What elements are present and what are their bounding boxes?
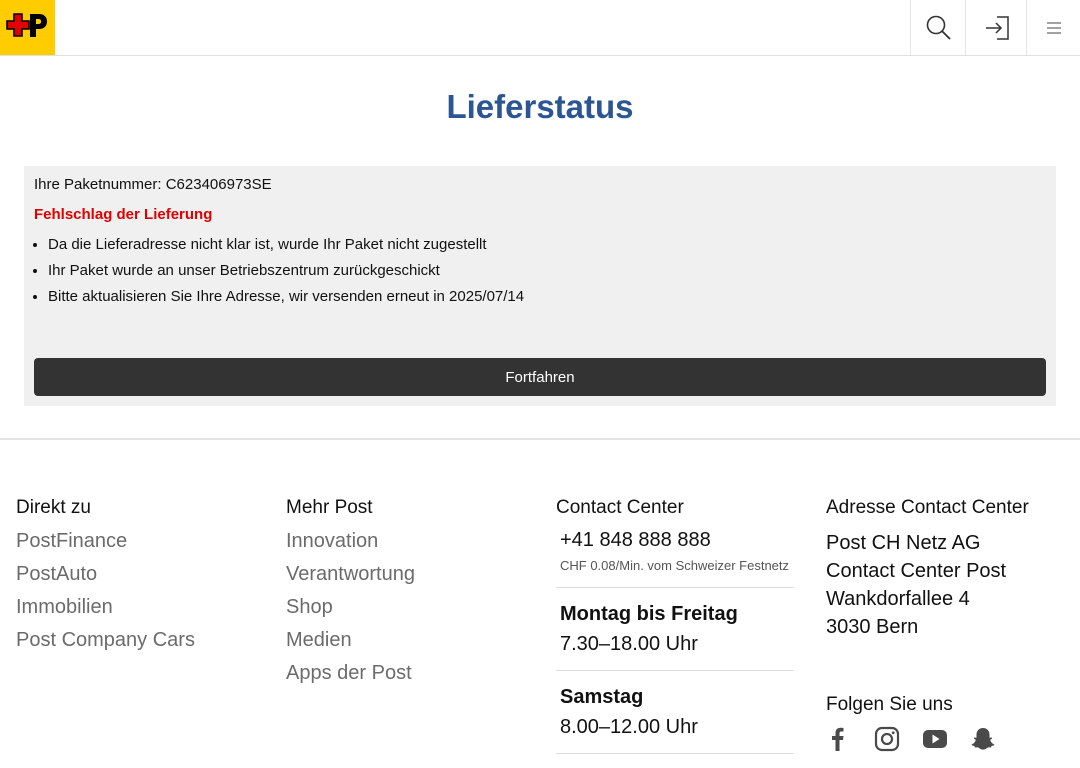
instagram-icon: [874, 726, 900, 752]
address-lines: Post CH Netz AG Contact Center Post Wank…: [826, 529, 1066, 641]
menu-icon: [1046, 22, 1061, 33]
address-line: 3030 Bern: [826, 616, 919, 638]
address-line: Post CH Netz AG: [826, 532, 981, 554]
failure-reasons-list: Da die Lieferadresse nicht klar ist, wur…: [48, 234, 524, 312]
footer-heading: Adresse Contact Center: [826, 497, 1029, 518]
facebook-icon: [832, 727, 844, 751]
login-button[interactable]: [965, 0, 1027, 55]
instagram-link[interactable]: [874, 724, 922, 754]
weekday-hours: 7.30–18.00 Uhr: [560, 633, 698, 655]
social-links: [826, 724, 1066, 754]
section-divider: [0, 438, 1080, 440]
list-item: Da die Lieferadresse nicht klar ist, wur…: [48, 234, 524, 260]
delivery-failure-message: Fehlschlag der Lieferung: [34, 206, 213, 223]
login-icon: [985, 15, 1009, 40]
saturday-hours: 8.00–12.00 Uhr: [560, 716, 698, 738]
footer-heading: Direkt zu: [16, 497, 91, 518]
address-line: Wankdorfallee 4: [826, 588, 970, 610]
swiss-post-logo-icon: [0, 0, 55, 55]
divider: [556, 587, 794, 588]
delivery-status-panel: Ihre Paketnummer: C623406973SE Fehlschla…: [24, 166, 1056, 406]
footer-contact-center: Contact Center +41 848 888 888 CHF 0.08/…: [556, 496, 794, 754]
site-header: [0, 0, 1080, 56]
list-item: Ihr Paket wurde an unser Betriebszentrum…: [48, 260, 524, 286]
divider: [556, 670, 794, 671]
address-line: Contact Center Post: [826, 560, 1007, 582]
facebook-link[interactable]: [826, 724, 874, 754]
search-icon: [926, 15, 951, 40]
swiss-post-logo[interactable]: [0, 0, 55, 55]
youtube-link[interactable]: [922, 724, 970, 754]
page-title: Lieferstatus: [446, 88, 634, 125]
footer-heading: Mehr Post: [286, 497, 373, 518]
menu-button[interactable]: [1026, 0, 1080, 55]
contact-rate: CHF 0.08/Min. vom Schweizer Festnetz: [560, 558, 790, 573]
package-number: Ihre Paketnummer: C623406973SE: [34, 176, 272, 193]
search-button[interactable]: [910, 0, 966, 55]
footer-more-post: Mehr Post Innovation Verantwortung Shop …: [286, 496, 546, 684]
contact-phone[interactable]: +41 848 888 888: [560, 529, 794, 552]
footer-address: Adresse Contact Center Post CH Netz AG C…: [826, 496, 1066, 754]
list-item: Bitte aktualisieren Sie Ihre Adresse, wi…: [48, 286, 524, 312]
continue-button[interactable]: Fortfahren: [34, 358, 1046, 396]
weekday-label: Montag bis Freitag: [560, 603, 738, 625]
footer-direct-links: Direkt zu PostFinance PostAuto Immobilie…: [16, 496, 276, 651]
follow-heading: Folgen Sie uns: [826, 694, 953, 715]
saturday-label: Samstag: [560, 686, 644, 708]
snapchat-icon: [971, 728, 995, 750]
snapchat-link[interactable]: [970, 724, 1018, 754]
divider: [556, 753, 794, 754]
footer-heading: Contact Center: [556, 497, 684, 518]
youtube-icon: [923, 730, 947, 748]
